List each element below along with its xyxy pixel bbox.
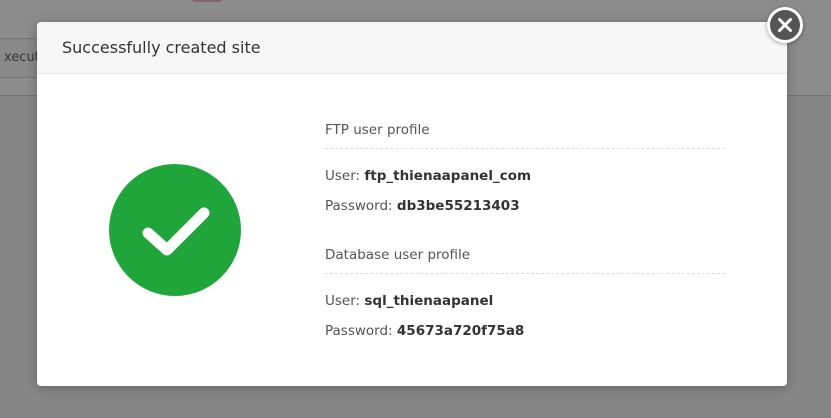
checkmark-icon <box>109 164 241 296</box>
database-password-row: Password: 45673a720f75a8 <box>325 316 725 346</box>
ftp-password-value: db3be55213403 <box>396 198 520 214</box>
database-password-label: Password: <box>325 323 397 339</box>
ftp-password-label: Password: <box>325 198 397 214</box>
dialog-title: Successfully created site <box>62 38 261 57</box>
close-button[interactable] <box>767 7 803 43</box>
dialog-header: Successfully created site <box>37 22 787 74</box>
database-user-label: User: <box>325 293 365 309</box>
success-dialog: Successfully created site FTP user profi… <box>37 22 787 386</box>
account-info: FTP user profile User: ftp_thienaapanel_… <box>325 118 725 346</box>
ftp-user-label: User: <box>325 168 365 184</box>
database-password-value: 45673a720f75a8 <box>396 323 525 339</box>
close-icon <box>770 10 800 40</box>
ftp-user-row: User: ftp_thienaapanel_com <box>325 161 725 191</box>
ftp-section-title: FTP user profile <box>325 118 725 149</box>
database-user-row: User: sql_thienaapanel <box>325 286 725 316</box>
database-user-value: sql_thienaapanel <box>364 293 494 309</box>
ftp-user-value: ftp_thienaapanel_com <box>364 168 532 184</box>
database-section-title: Database user profile <box>325 243 725 274</box>
ftp-password-row: Password: db3be55213403 <box>325 191 725 221</box>
